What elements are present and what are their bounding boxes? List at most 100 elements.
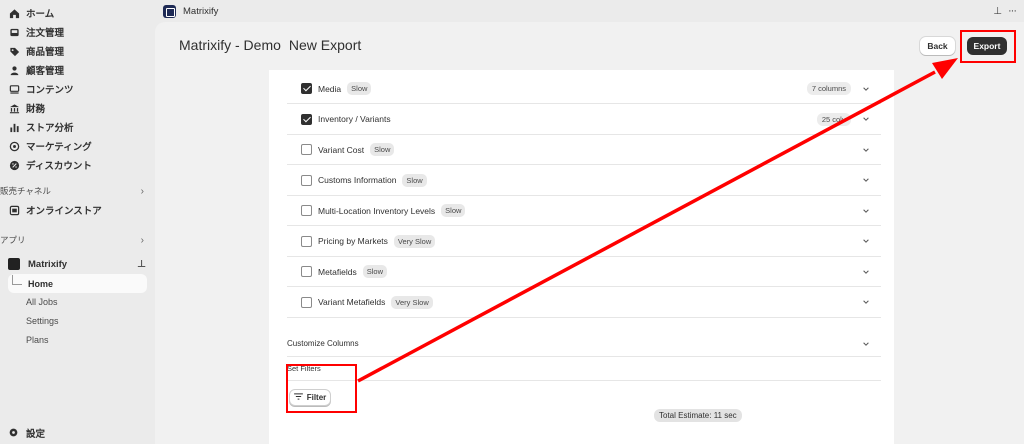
sidebar-item-discounts[interactable]: ディスカウント	[8, 156, 92, 174]
apps-label: アプリ	[0, 235, 26, 245]
export-section-row[interactable]: Pricing by Markets Very Slow	[287, 227, 881, 257]
section-checkbox[interactable]	[301, 205, 312, 216]
sidebar-item-finance[interactable]: 財務	[8, 99, 45, 117]
analytics-icon	[8, 121, 20, 133]
export-section-row[interactable]: Inventory / Variants 25 colu	[287, 105, 881, 135]
export-section-row[interactable]: Customs Information Slow	[287, 166, 881, 196]
sidebar-item-customers[interactable]: 顧客管理	[8, 61, 64, 79]
columns-count-badge: 25 colu	[816, 112, 851, 126]
speed-badge: Slow	[402, 173, 427, 187]
page-heading: New Export	[288, 37, 362, 53]
sidebar-item-orders[interactable]: 注文管理	[8, 23, 64, 41]
speed-badge: Very Slow	[391, 295, 433, 309]
app-topbar: Matrixify ⊥ ···	[155, 0, 1024, 22]
filter-button-label: Filter	[306, 393, 327, 402]
section-label: Inventory / Variants	[318, 114, 391, 124]
subitem-label: Home	[28, 278, 54, 289]
chevron-right-icon: ›	[140, 234, 144, 246]
section-checkbox[interactable]	[301, 266, 312, 277]
sidebar-subitem-plans[interactable]: Plans	[26, 335, 49, 345]
home-icon	[8, 7, 20, 19]
export-button[interactable]: Export	[967, 37, 1007, 55]
sidebar-item-marketing[interactable]: マーケティング	[8, 137, 92, 155]
sidebar-item-label: 設定	[26, 429, 46, 440]
chevron-down-icon[interactable]	[861, 175, 871, 185]
speed-badge: Slow	[362, 265, 388, 278]
export-options-card: Variant Metafields Very Slow Metafields Slo…	[269, 70, 894, 444]
sidebar-subitem-home[interactable]: Home	[8, 274, 147, 293]
pin-icon[interactable]: ⊥	[993, 6, 1002, 17]
sidebar-item-online-store[interactable]: オンラインストア	[8, 201, 102, 219]
chevron-right-icon: ›	[140, 185, 144, 197]
app-title: Matrixify	[183, 5, 219, 17]
customize-columns-row[interactable]: Customize Columns	[287, 331, 881, 357]
export-section-row[interactable]: Variant Metafields Very Slow	[287, 288, 881, 318]
chevron-down-icon[interactable]	[861, 297, 871, 307]
export-section-row[interactable]: Multi-Location Inventory Levels Slow	[287, 196, 881, 226]
sidebar-item-content[interactable]: コンテンツ	[8, 80, 74, 98]
sidebar-subitem-settings[interactable]: Settings	[26, 316, 59, 326]
chevron-down-icon[interactable]	[861, 236, 871, 246]
sidebar-item-label: 財務	[26, 104, 46, 115]
back-button[interactable]: Back	[920, 37, 955, 55]
sidebar-item-products[interactable]: 商品管理	[8, 42, 64, 60]
page-title: Matrixify - Demo New Export	[179, 37, 361, 53]
target-icon	[8, 140, 20, 152]
sidebar-item-analytics[interactable]: ストア分析	[8, 118, 74, 136]
matrixify-app-icon	[8, 258, 20, 270]
person-icon	[8, 64, 20, 76]
sidebar-item-label: ホーム	[26, 9, 55, 20]
section-label: Pricing by Markets	[318, 236, 388, 246]
sidebar-item-label: 商品管理	[26, 47, 65, 58]
sales-channels-header[interactable]: 販売チャネル ›	[0, 183, 150, 199]
sidebar-item-matrixify[interactable]: Matrixify ⊥	[8, 255, 152, 273]
more-options-icon[interactable]: ···	[1008, 5, 1017, 17]
speed-badge: Very Slow	[393, 234, 436, 248]
chevron-down-icon[interactable]	[861, 145, 871, 155]
gear-icon	[8, 427, 20, 439]
sidebar-subitem-all-jobs[interactable]: All Jobs	[26, 297, 58, 307]
speed-badge: Slow	[370, 143, 395, 156]
main-panel: Matrixify - Demo New Export Back Export V…	[155, 22, 1024, 444]
chevron-down-icon[interactable]	[861, 206, 871, 216]
chevron-down-icon[interactable]	[861, 339, 871, 349]
section-label: Customs Information	[318, 175, 397, 185]
export-section-row[interactable]: Metafields Slow	[287, 257, 881, 287]
chevron-down-icon[interactable]	[861, 267, 871, 277]
bank-icon	[8, 102, 20, 114]
set-filters-label: Set Filters	[287, 364, 321, 373]
pin-icon[interactable]: ⊥	[137, 259, 146, 270]
customize-columns-label: Customize Columns	[287, 339, 359, 348]
section-label: Variant Metafields	[318, 297, 386, 307]
section-label: Variant Cost	[318, 144, 365, 155]
speed-badge: Slow	[441, 204, 466, 217]
filter-button[interactable]: Filter	[289, 389, 331, 406]
chevron-down-icon[interactable]	[861, 114, 871, 124]
export-section-row[interactable]: Variant Cost Slow	[287, 135, 881, 165]
section-checkbox[interactable]	[301, 113, 312, 125]
breadcrumb[interactable]: Matrixify - Demo	[179, 37, 281, 53]
filter-icon	[293, 393, 303, 402]
section-checkbox[interactable]	[301, 296, 312, 308]
apps-header[interactable]: アプリ ›	[0, 232, 150, 248]
app-name: Matrixify	[28, 258, 68, 270]
chevron-down-icon[interactable]	[861, 84, 871, 94]
speed-badge: Slow	[347, 82, 372, 95]
section-checkbox[interactable]	[301, 174, 312, 186]
content-icon	[8, 83, 20, 95]
divider	[287, 380, 881, 381]
sidebar-item-label: 注文管理	[26, 28, 65, 39]
sidebar-item-home[interactable]: ホーム	[8, 4, 54, 22]
matrixify-logo-icon	[163, 4, 176, 18]
section-checkbox[interactable]	[301, 144, 312, 155]
section-checkbox[interactable]	[301, 235, 312, 247]
section-label: Metafields	[318, 266, 357, 277]
section-checkbox[interactable]	[301, 83, 312, 94]
sales-channels-label: 販売チャネル	[0, 186, 51, 196]
sidebar-item-label: ストア分析	[26, 123, 74, 134]
columns-count-badge: 7 columns	[806, 82, 851, 95]
sidebar-item-settings[interactable]: 設定	[8, 426, 45, 440]
discount-icon	[8, 159, 20, 171]
tree-connector	[12, 274, 22, 285]
export-section-row[interactable]: Media Slow 7 columns	[287, 74, 881, 104]
